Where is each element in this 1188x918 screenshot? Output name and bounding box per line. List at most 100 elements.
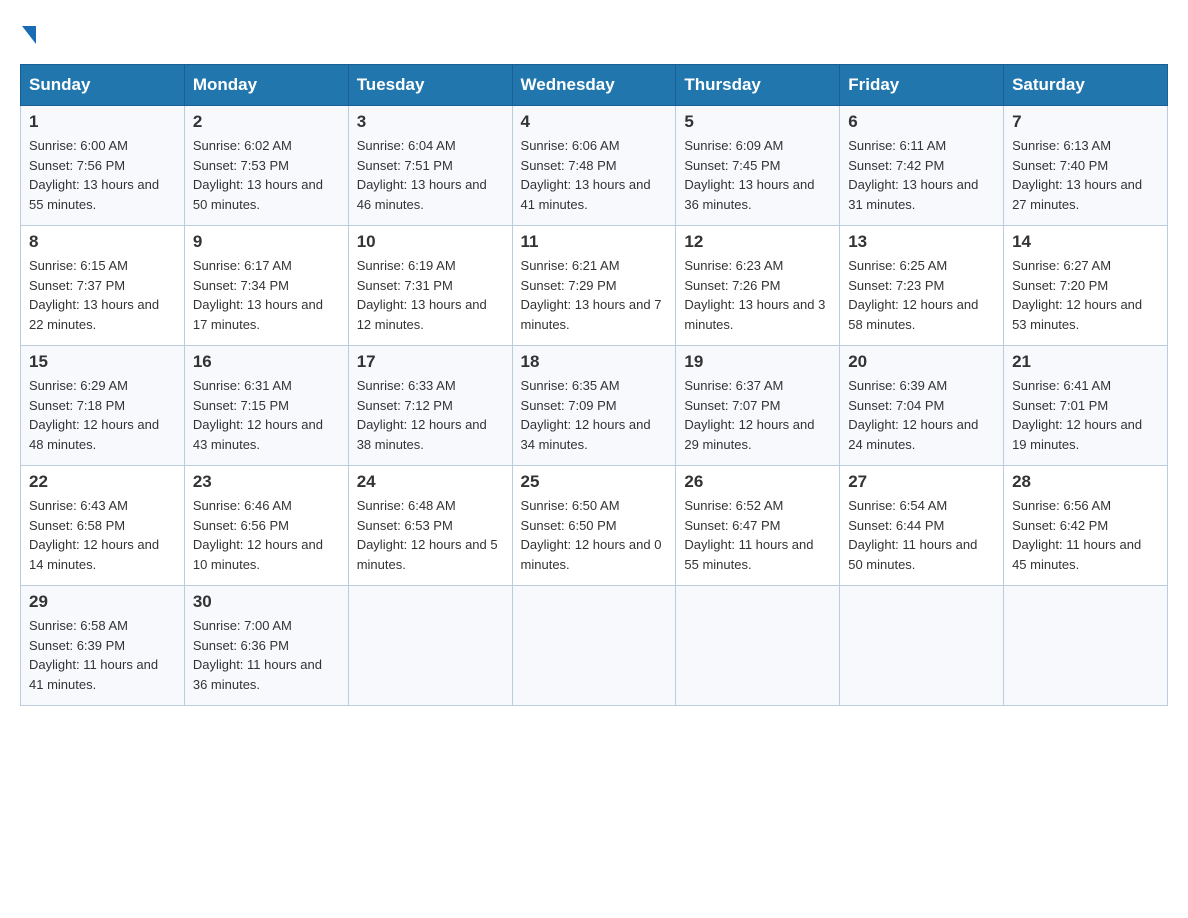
calendar-cell: 24 Sunrise: 6:48 AMSunset: 6:53 PMDaylig… (348, 466, 512, 586)
logo-arrow-icon (22, 26, 36, 44)
calendar-cell: 18 Sunrise: 6:35 AMSunset: 7:09 PMDaylig… (512, 346, 676, 466)
calendar-cell: 5 Sunrise: 6:09 AMSunset: 7:45 PMDayligh… (676, 106, 840, 226)
calendar-cell: 30 Sunrise: 7:00 AMSunset: 6:36 PMDaylig… (184, 586, 348, 706)
day-number: 14 (1012, 232, 1159, 252)
header-saturday: Saturday (1004, 65, 1168, 106)
day-info: Sunrise: 7:00 AMSunset: 6:36 PMDaylight:… (193, 616, 340, 694)
day-info: Sunrise: 6:11 AMSunset: 7:42 PMDaylight:… (848, 136, 995, 214)
day-number: 1 (29, 112, 176, 132)
day-info: Sunrise: 6:19 AMSunset: 7:31 PMDaylight:… (357, 256, 504, 334)
day-info: Sunrise: 6:50 AMSunset: 6:50 PMDaylight:… (521, 496, 668, 574)
day-number: 6 (848, 112, 995, 132)
day-info: Sunrise: 6:54 AMSunset: 6:44 PMDaylight:… (848, 496, 995, 574)
day-info: Sunrise: 6:17 AMSunset: 7:34 PMDaylight:… (193, 256, 340, 334)
logo-top-row (20, 20, 36, 44)
calendar-cell: 9 Sunrise: 6:17 AMSunset: 7:34 PMDayligh… (184, 226, 348, 346)
day-number: 26 (684, 472, 831, 492)
calendar-cell: 2 Sunrise: 6:02 AMSunset: 7:53 PMDayligh… (184, 106, 348, 226)
header-sunday: Sunday (21, 65, 185, 106)
day-info: Sunrise: 6:02 AMSunset: 7:53 PMDaylight:… (193, 136, 340, 214)
calendar-week-2: 8 Sunrise: 6:15 AMSunset: 7:37 PMDayligh… (21, 226, 1168, 346)
calendar-week-5: 29 Sunrise: 6:58 AMSunset: 6:39 PMDaylig… (21, 586, 1168, 706)
day-info: Sunrise: 6:06 AMSunset: 7:48 PMDaylight:… (521, 136, 668, 214)
day-info: Sunrise: 6:39 AMSunset: 7:04 PMDaylight:… (848, 376, 995, 454)
calendar-cell: 23 Sunrise: 6:46 AMSunset: 6:56 PMDaylig… (184, 466, 348, 586)
day-info: Sunrise: 6:41 AMSunset: 7:01 PMDaylight:… (1012, 376, 1159, 454)
day-number: 16 (193, 352, 340, 372)
day-number: 20 (848, 352, 995, 372)
day-info: Sunrise: 6:31 AMSunset: 7:15 PMDaylight:… (193, 376, 340, 454)
calendar-cell: 4 Sunrise: 6:06 AMSunset: 7:48 PMDayligh… (512, 106, 676, 226)
day-info: Sunrise: 6:43 AMSunset: 6:58 PMDaylight:… (29, 496, 176, 574)
day-info: Sunrise: 6:00 AMSunset: 7:56 PMDaylight:… (29, 136, 176, 214)
calendar-cell (512, 586, 676, 706)
day-number: 3 (357, 112, 504, 132)
calendar-cell: 28 Sunrise: 6:56 AMSunset: 6:42 PMDaylig… (1004, 466, 1168, 586)
calendar-cell: 14 Sunrise: 6:27 AMSunset: 7:20 PMDaylig… (1004, 226, 1168, 346)
day-number: 22 (29, 472, 176, 492)
day-number: 18 (521, 352, 668, 372)
day-number: 28 (1012, 472, 1159, 492)
calendar-cell: 3 Sunrise: 6:04 AMSunset: 7:51 PMDayligh… (348, 106, 512, 226)
calendar-week-4: 22 Sunrise: 6:43 AMSunset: 6:58 PMDaylig… (21, 466, 1168, 586)
calendar-cell: 16 Sunrise: 6:31 AMSunset: 7:15 PMDaylig… (184, 346, 348, 466)
header-thursday: Thursday (676, 65, 840, 106)
day-info: Sunrise: 6:15 AMSunset: 7:37 PMDaylight:… (29, 256, 176, 334)
calendar-cell (1004, 586, 1168, 706)
day-number: 30 (193, 592, 340, 612)
day-number: 12 (684, 232, 831, 252)
day-info: Sunrise: 6:33 AMSunset: 7:12 PMDaylight:… (357, 376, 504, 454)
page-header (20, 20, 1168, 44)
calendar-cell: 26 Sunrise: 6:52 AMSunset: 6:47 PMDaylig… (676, 466, 840, 586)
calendar-cell: 22 Sunrise: 6:43 AMSunset: 6:58 PMDaylig… (21, 466, 185, 586)
calendar-cell: 12 Sunrise: 6:23 AMSunset: 7:26 PMDaylig… (676, 226, 840, 346)
day-number: 5 (684, 112, 831, 132)
calendar-cell: 21 Sunrise: 6:41 AMSunset: 7:01 PMDaylig… (1004, 346, 1168, 466)
day-number: 15 (29, 352, 176, 372)
calendar-header-row: SundayMondayTuesdayWednesdayThursdayFrid… (21, 65, 1168, 106)
day-number: 21 (1012, 352, 1159, 372)
calendar-cell: 19 Sunrise: 6:37 AMSunset: 7:07 PMDaylig… (676, 346, 840, 466)
calendar-cell (840, 586, 1004, 706)
day-number: 17 (357, 352, 504, 372)
day-info: Sunrise: 6:29 AMSunset: 7:18 PMDaylight:… (29, 376, 176, 454)
calendar-cell: 13 Sunrise: 6:25 AMSunset: 7:23 PMDaylig… (840, 226, 1004, 346)
calendar-cell: 20 Sunrise: 6:39 AMSunset: 7:04 PMDaylig… (840, 346, 1004, 466)
day-number: 9 (193, 232, 340, 252)
day-info: Sunrise: 6:58 AMSunset: 6:39 PMDaylight:… (29, 616, 176, 694)
calendar-cell: 27 Sunrise: 6:54 AMSunset: 6:44 PMDaylig… (840, 466, 1004, 586)
day-info: Sunrise: 6:35 AMSunset: 7:09 PMDaylight:… (521, 376, 668, 454)
day-info: Sunrise: 6:04 AMSunset: 7:51 PMDaylight:… (357, 136, 504, 214)
logo (20, 20, 36, 44)
day-info: Sunrise: 6:23 AMSunset: 7:26 PMDaylight:… (684, 256, 831, 334)
calendar-week-1: 1 Sunrise: 6:00 AMSunset: 7:56 PMDayligh… (21, 106, 1168, 226)
day-number: 24 (357, 472, 504, 492)
header-tuesday: Tuesday (348, 65, 512, 106)
calendar-cell: 10 Sunrise: 6:19 AMSunset: 7:31 PMDaylig… (348, 226, 512, 346)
calendar-cell: 17 Sunrise: 6:33 AMSunset: 7:12 PMDaylig… (348, 346, 512, 466)
day-number: 11 (521, 232, 668, 252)
calendar-table: SundayMondayTuesdayWednesdayThursdayFrid… (20, 64, 1168, 706)
day-number: 7 (1012, 112, 1159, 132)
day-info: Sunrise: 6:37 AMSunset: 7:07 PMDaylight:… (684, 376, 831, 454)
calendar-cell: 8 Sunrise: 6:15 AMSunset: 7:37 PMDayligh… (21, 226, 185, 346)
day-info: Sunrise: 6:27 AMSunset: 7:20 PMDaylight:… (1012, 256, 1159, 334)
day-info: Sunrise: 6:09 AMSunset: 7:45 PMDaylight:… (684, 136, 831, 214)
day-number: 4 (521, 112, 668, 132)
day-info: Sunrise: 6:52 AMSunset: 6:47 PMDaylight:… (684, 496, 831, 574)
day-number: 23 (193, 472, 340, 492)
calendar-cell: 25 Sunrise: 6:50 AMSunset: 6:50 PMDaylig… (512, 466, 676, 586)
logo-block (20, 20, 36, 44)
calendar-cell: 6 Sunrise: 6:11 AMSunset: 7:42 PMDayligh… (840, 106, 1004, 226)
day-info: Sunrise: 6:25 AMSunset: 7:23 PMDaylight:… (848, 256, 995, 334)
day-number: 29 (29, 592, 176, 612)
day-info: Sunrise: 6:56 AMSunset: 6:42 PMDaylight:… (1012, 496, 1159, 574)
day-number: 8 (29, 232, 176, 252)
day-info: Sunrise: 6:46 AMSunset: 6:56 PMDaylight:… (193, 496, 340, 574)
day-info: Sunrise: 6:21 AMSunset: 7:29 PMDaylight:… (521, 256, 668, 334)
day-info: Sunrise: 6:13 AMSunset: 7:40 PMDaylight:… (1012, 136, 1159, 214)
day-number: 19 (684, 352, 831, 372)
calendar-cell: 1 Sunrise: 6:00 AMSunset: 7:56 PMDayligh… (21, 106, 185, 226)
day-number: 25 (521, 472, 668, 492)
day-number: 27 (848, 472, 995, 492)
